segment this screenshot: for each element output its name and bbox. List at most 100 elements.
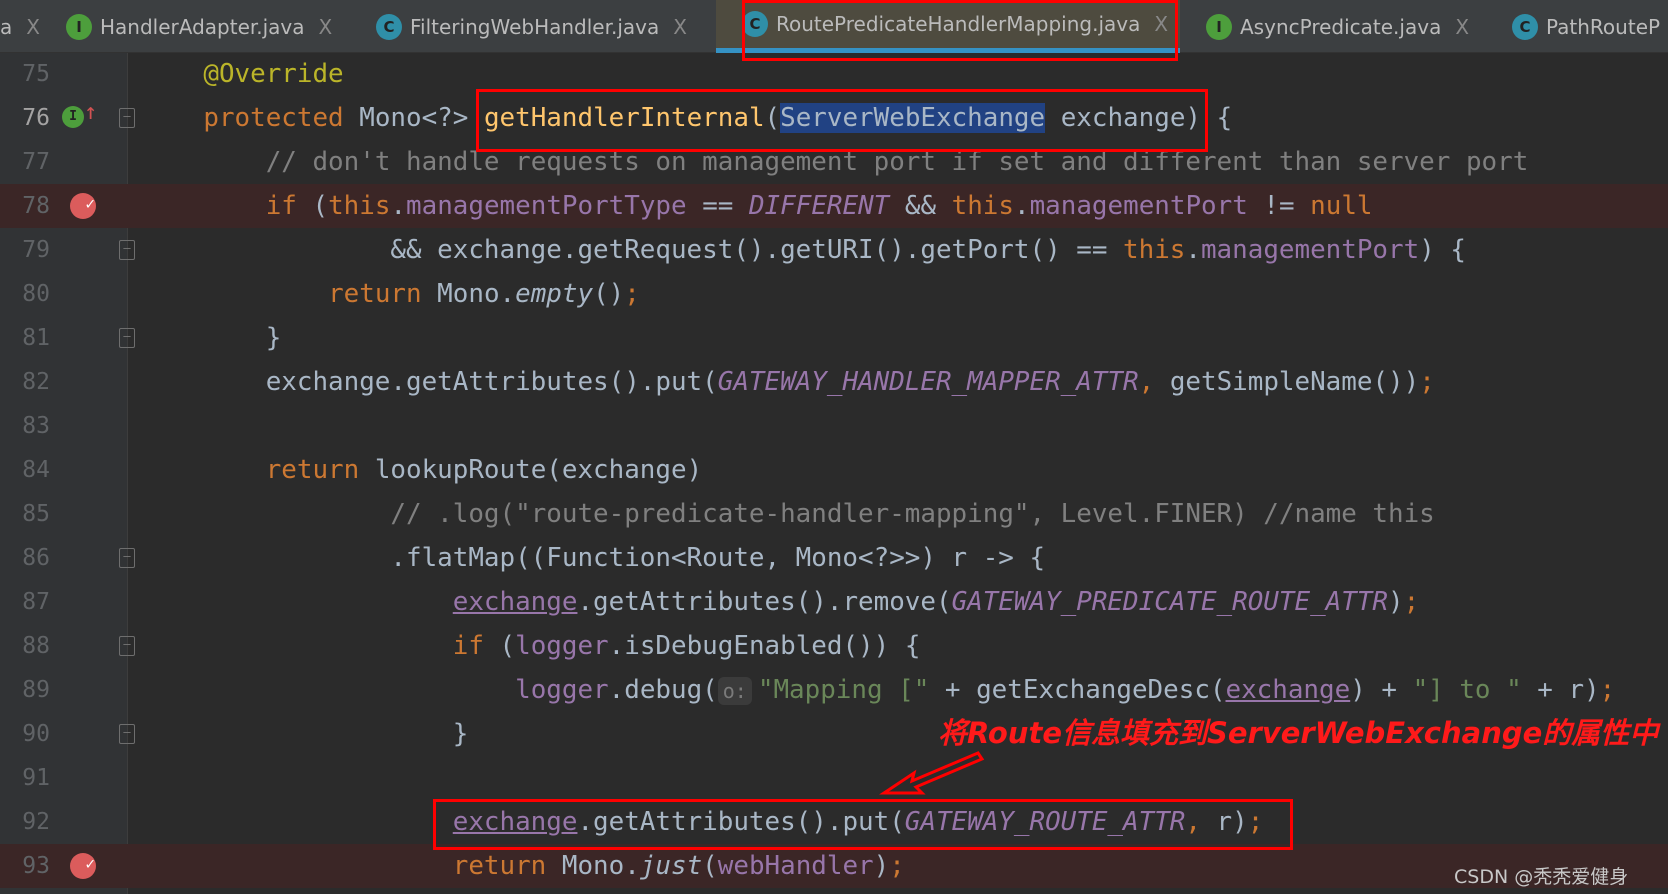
code-token: ; [624,279,640,309]
code-token: ; [889,851,905,881]
code-token: DIFFERENT [748,191,890,221]
line-number[interactable]: 89 [0,668,50,712]
code-text: // .log("route-predicate-handler-mapping… [141,492,1434,536]
line-number[interactable]: 83 [0,404,50,448]
code-line: 89 logger.debug(o: "Mapping [" + getExcha… [0,668,1668,712]
code-line: 79 – && exchange.getRequest().getURI().ge… [0,228,1668,272]
breakpoint-icon[interactable]: ✓ [70,193,96,219]
highlight-box-active-tab [742,0,1178,61]
line-number[interactable]: 92 [0,800,50,844]
code-token: && exchange.getRequest().getURI().getPor… [141,235,1124,265]
code-text: logger.debug(o: "Mapping [" + getExchange… [141,668,1615,713]
code-token: managementPort [1200,235,1420,265]
line-number[interactable]: 91 [0,756,50,800]
fold-icon[interactable]: – [119,240,135,260]
code-token: + getExchangeDesc( [929,675,1226,705]
line-number[interactable]: 85 [0,492,50,536]
fold-icon[interactable]: – [119,328,135,348]
tab-label: a [0,14,13,39]
line-number[interactable]: 84 [0,448,50,492]
tab-5[interactable]: C PathRouteP [1512,0,1660,53]
code-token: && [889,191,952,221]
breakpoint-icon[interactable]: ✓ [70,853,96,879]
code-text: } [141,712,469,756]
fold-icon[interactable]: – [119,108,135,128]
code-token: ; [1403,587,1420,617]
line-number[interactable]: 90 [0,712,50,756]
code-line: 84 return lookupRoute(exchange) [0,448,1668,492]
code-token: if [265,191,297,221]
code-text: } [141,316,282,360]
tab-0[interactable]: aX [0,0,40,53]
tab-1[interactable]: I HandlerAdapter.java X [66,0,332,53]
code-token: () [593,279,625,309]
code-line: 88 – if (logger.isDebugEnabled()) { [0,624,1668,668]
parameter-hint: o: [717,677,752,705]
line-number[interactable]: 87 [0,580,50,624]
arrow-up-icon: ↑ [84,100,98,125]
code-line: 86 – .flatMap((Function<Route, Mono<?>>) … [0,536,1668,580]
code-token: logger [515,631,609,661]
code-token: Mono. [421,279,516,309]
code-token: return [328,279,422,309]
code-token: Mono. [546,851,640,881]
code-token: ; [1419,367,1435,397]
implements-method-icon[interactable]: I [62,106,84,128]
close-icon[interactable]: X [319,15,333,39]
code-text: exchange.getAttributes().put(GATEWAY_HAN… [141,360,1435,404]
code-token: ) + [1350,675,1413,705]
tab-4[interactable]: I AsyncPredicate.java X [1206,0,1469,53]
close-icon[interactable]: X [1455,15,1469,39]
code-token: . [1013,191,1030,221]
code-token: empty [515,279,594,309]
highlight-box-put-route-attr [433,799,1293,850]
fold-icon[interactable]: – [119,724,135,744]
close-icon[interactable]: X [26,15,40,39]
line-number[interactable]: 86 [0,536,50,580]
line-number[interactable]: 82 [0,360,50,404]
code-line: 80 return Mono.empty(); [0,272,1668,316]
line-number[interactable]: 88 [0,624,50,668]
code-token: exchange.getAttributes().put( [141,367,718,397]
interface-icon: I [66,13,92,40]
line-number[interactable]: 78 [0,184,50,228]
code-token: GATEWAY_HANDLER_MAPPER_ATTR [717,367,1139,397]
code-line: 78 ✓ if (this.managementPortType == DIFFE… [0,184,1668,228]
line-number[interactable]: 80 [0,272,50,316]
close-icon[interactable]: X [673,15,687,39]
line-number[interactable]: 77 [0,140,50,184]
line-number[interactable]: 93 [0,844,50,888]
line-number[interactable]: 81 [0,316,50,360]
fold-icon[interactable]: – [119,548,135,568]
code-token: protected [203,103,344,133]
code-line: 85 // .log("route-predicate-handler-mapp… [0,492,1668,536]
code-token: != [1247,191,1311,221]
interface-icon: I [1206,13,1232,40]
line-number[interactable]: 79 [0,228,50,272]
code-token: logger [515,675,609,705]
code-token: null [1310,191,1373,221]
code-text: return Mono.empty(); [141,272,640,316]
line-number[interactable]: 76 [0,96,50,140]
code-token: , [1138,367,1170,397]
code-token: } [141,323,282,353]
code-token: getSimpleName()) [1169,367,1420,397]
code-token: GATEWAY_PREDICATE_ROUTE_ATTR [951,587,1389,617]
code-text: exchange.getAttributes().remove(GATEWAY_… [141,580,1419,624]
code-text: if (logger.isDebugEnabled()) { [141,624,921,668]
line-number[interactable]: 75 [0,52,50,96]
tab-2[interactable]: C FilteringWebHandler.java X [376,0,687,53]
code-text: && exchange.getRequest().getURI().getPor… [141,228,1466,272]
code-editor[interactable]: 75 @Override 76 I ↑ – protected Mono<?> getH… [0,52,1668,888]
code-token: ( [483,631,516,661]
code-line: 81 – } [0,316,1668,360]
code-token: "] to " [1412,675,1522,705]
code-token: . [1185,235,1201,265]
code-token: webHandler [717,851,874,881]
fold-icon[interactable]: – [119,636,135,656]
